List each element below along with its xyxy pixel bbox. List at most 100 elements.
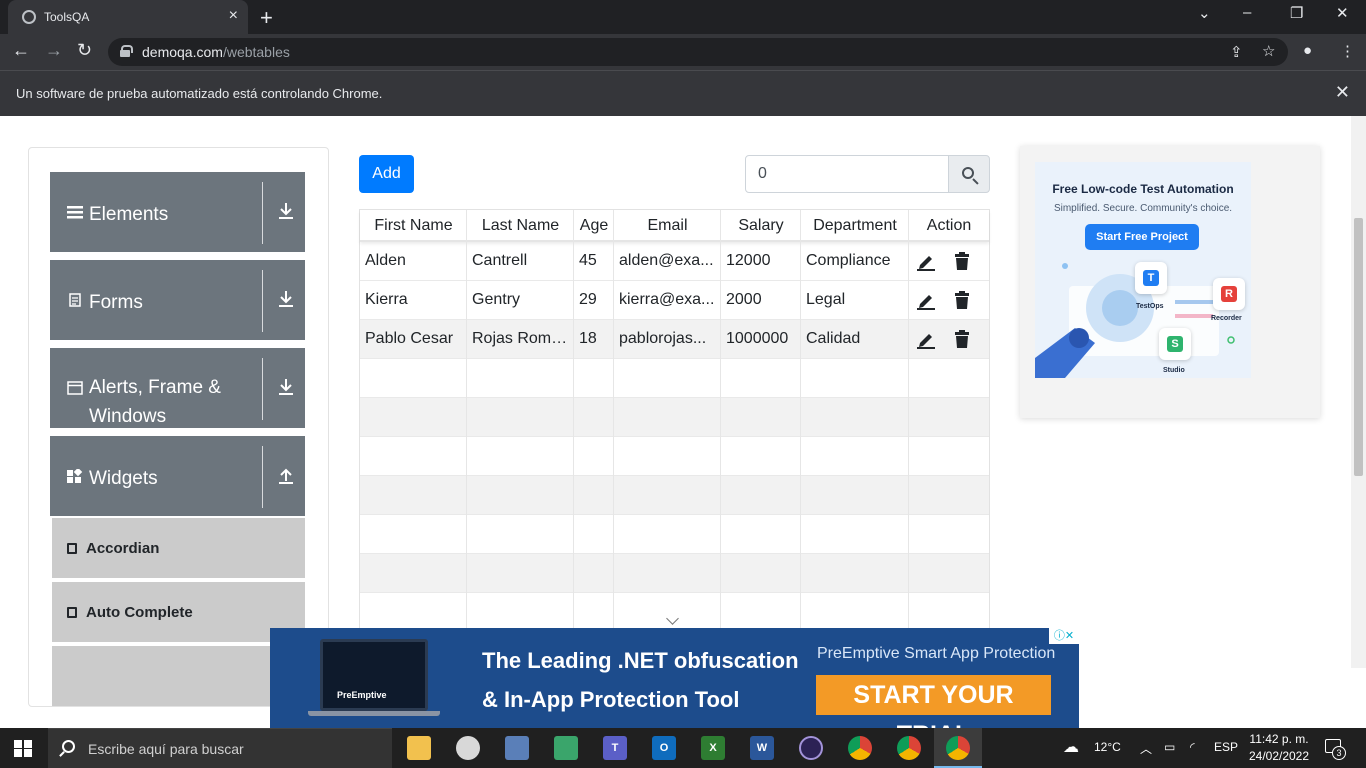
page-scrollbar[interactable] xyxy=(1351,116,1366,668)
tab-close-icon[interactable]: × xyxy=(229,7,238,25)
lock-icon xyxy=(120,45,133,57)
cell-email: alden@exa... xyxy=(619,252,714,269)
weather-temperature[interactable]: 12°C xyxy=(1094,740,1121,754)
menu-kebab-icon[interactable]: ⋮ xyxy=(1340,42,1355,60)
column-header-department[interactable]: Department xyxy=(801,217,909,235)
minimize-button[interactable]: – xyxy=(1243,4,1251,21)
ad-subtitle: Simplified. Secure. Community's choice. xyxy=(1053,203,1233,214)
upload-arrow-icon[interactable] xyxy=(278,466,294,489)
browser-tab[interactable]: ToolsQA × xyxy=(8,0,248,34)
cell-age: 18 xyxy=(579,330,597,347)
scrollbar-thumb[interactable] xyxy=(1354,218,1363,476)
chrome-icon[interactable] xyxy=(848,736,872,760)
column-header-salary[interactable]: Salary xyxy=(721,217,801,235)
column-header-first-name[interactable]: First Name xyxy=(360,217,467,235)
empty-table-row xyxy=(360,437,989,476)
cell-salary: 2000 xyxy=(726,291,762,308)
tab-search-chevron-icon[interactable]: ⌄ xyxy=(1198,4,1211,22)
hamburger-icon xyxy=(67,205,83,219)
ad-katalon[interactable]: Free Low-code Test Automation Simplified… xyxy=(1035,162,1251,378)
notification-icon[interactable]: 3 xyxy=(1325,739,1346,760)
outlook-icon[interactable]: O xyxy=(652,736,676,760)
advertisement-bottom-banner[interactable]: PreEmptive The Leading .NET obfuscation … xyxy=(270,628,1079,728)
restore-button[interactable]: ❐ xyxy=(1290,4,1303,22)
new-tab-button[interactable]: + xyxy=(260,5,273,31)
eclipse-icon[interactable] xyxy=(799,736,823,760)
column-header-age[interactable]: Age xyxy=(574,217,614,235)
url-text: demoqa.com/webtables xyxy=(142,44,290,60)
media-app-icon[interactable] xyxy=(554,736,578,760)
wifi-icon[interactable]: ◜ xyxy=(1190,740,1195,754)
windows-start-icon[interactable] xyxy=(14,740,32,757)
ad-start-project-button[interactable]: Start Free Project xyxy=(1085,224,1199,250)
ad-start-trial-button[interactable]: START YOUR TRIAL xyxy=(816,675,1051,728)
input-language[interactable]: ESP xyxy=(1214,740,1238,754)
download-arrow-icon[interactable] xyxy=(278,378,294,401)
sidebar-group-widgets[interactable]: Widgets xyxy=(50,436,305,516)
weather-cloud-icon[interactable]: ☁ xyxy=(1063,737,1079,757)
cell-first-name: Kierra xyxy=(365,291,408,308)
sidebar-item-accordian[interactable]: Accordian xyxy=(52,518,305,578)
edit-pencil-icon[interactable] xyxy=(916,290,936,310)
studio-logo-icon: S xyxy=(1159,328,1191,360)
share-icon[interactable]: ⇪ xyxy=(1230,43,1243,61)
download-arrow-icon[interactable] xyxy=(278,290,294,313)
chrome-icon[interactable] xyxy=(897,736,921,760)
sidebar-item-next[interactable] xyxy=(52,646,305,706)
back-button[interactable]: ← xyxy=(12,40,30,61)
taskbar-search-input[interactable]: Escribe aquí para buscar xyxy=(48,728,392,768)
delete-trash-icon[interactable] xyxy=(952,290,972,310)
teams-icon[interactable]: T xyxy=(603,736,627,760)
file-explorer-icon[interactable] xyxy=(407,736,431,760)
cell-last-name: Gentry xyxy=(472,291,521,308)
cell-first-name: Pablo Cesar xyxy=(365,330,454,347)
search-input[interactable] xyxy=(745,155,949,193)
tab-title: ToolsQA xyxy=(44,10,90,24)
cell-age: 45 xyxy=(579,252,597,269)
page-content: Elements Forms Alerts, Frame & Windows W… xyxy=(0,116,1366,728)
close-window-button[interactable]: ✕ xyxy=(1336,4,1349,22)
edit-pencil-icon[interactable] xyxy=(916,251,936,271)
widgets-icon xyxy=(67,467,83,483)
chrome-icon[interactable] xyxy=(946,736,970,760)
column-header-email[interactable]: Email xyxy=(614,217,721,235)
delete-trash-icon[interactable] xyxy=(952,329,972,349)
column-header-last-name[interactable]: Last Name xyxy=(467,217,574,235)
tray-chevron-up-icon[interactable]: ︿ xyxy=(1140,740,1152,757)
battery-icon[interactable]: ▭ xyxy=(1164,740,1175,754)
network-app-icon[interactable] xyxy=(505,736,529,760)
taskbar-clock[interactable]: 11:42 p. m. 24/02/2022 xyxy=(1244,731,1314,765)
bookmark-star-icon[interactable]: ☆ xyxy=(1262,42,1275,60)
sidebar-group-label: Elements xyxy=(89,204,169,225)
forward-button[interactable]: → xyxy=(45,40,63,61)
address-bar[interactable]: demoqa.com/webtables ⇪ ☆ xyxy=(108,38,1288,66)
ad-choices-icon[interactable]: ⓘ✕ xyxy=(1049,628,1079,644)
cell-email: kierra@exa... xyxy=(619,291,715,308)
word-icon[interactable]: W xyxy=(750,736,774,760)
sidebar-group-forms[interactable]: Forms xyxy=(50,260,305,340)
reload-button[interactable]: ↻ xyxy=(77,40,92,61)
delete-trash-icon[interactable] xyxy=(952,251,972,271)
sidebar-group-alerts[interactable]: Alerts, Frame & Windows xyxy=(50,348,305,428)
search-button[interactable] xyxy=(948,155,990,193)
advertisement-right[interactable]: Free Low-code Test Automation Simplified… xyxy=(1020,146,1320,418)
empty-table-row xyxy=(360,476,989,515)
empty-table-row xyxy=(360,359,989,398)
sidebar-group-elements[interactable]: Elements xyxy=(50,172,305,252)
infobar-close-icon[interactable]: ✕ xyxy=(1335,82,1350,103)
paint-app-icon[interactable] xyxy=(456,736,480,760)
edit-pencil-icon[interactable] xyxy=(916,329,936,349)
sidebar-item-label: Auto Complete xyxy=(86,604,193,621)
add-button[interactable]: Add xyxy=(359,155,414,193)
ad-headline-2: & In-App Protection Tool xyxy=(482,687,740,712)
document-icon xyxy=(69,293,81,307)
sidebar-item-auto-complete[interactable]: Auto Complete xyxy=(52,582,305,642)
empty-table-row xyxy=(360,398,989,437)
download-arrow-icon[interactable] xyxy=(278,202,294,225)
clock-time: 11:42 p. m. xyxy=(1249,732,1309,746)
cell-salary: 1000000 xyxy=(726,330,789,347)
excel-tool-icon[interactable]: X xyxy=(701,736,725,760)
cell-email: pablorojas... xyxy=(619,330,707,347)
profile-icon[interactable]: ● xyxy=(1303,42,1312,59)
sidebar-group-label: Alerts, Frame & Windows xyxy=(89,377,221,427)
